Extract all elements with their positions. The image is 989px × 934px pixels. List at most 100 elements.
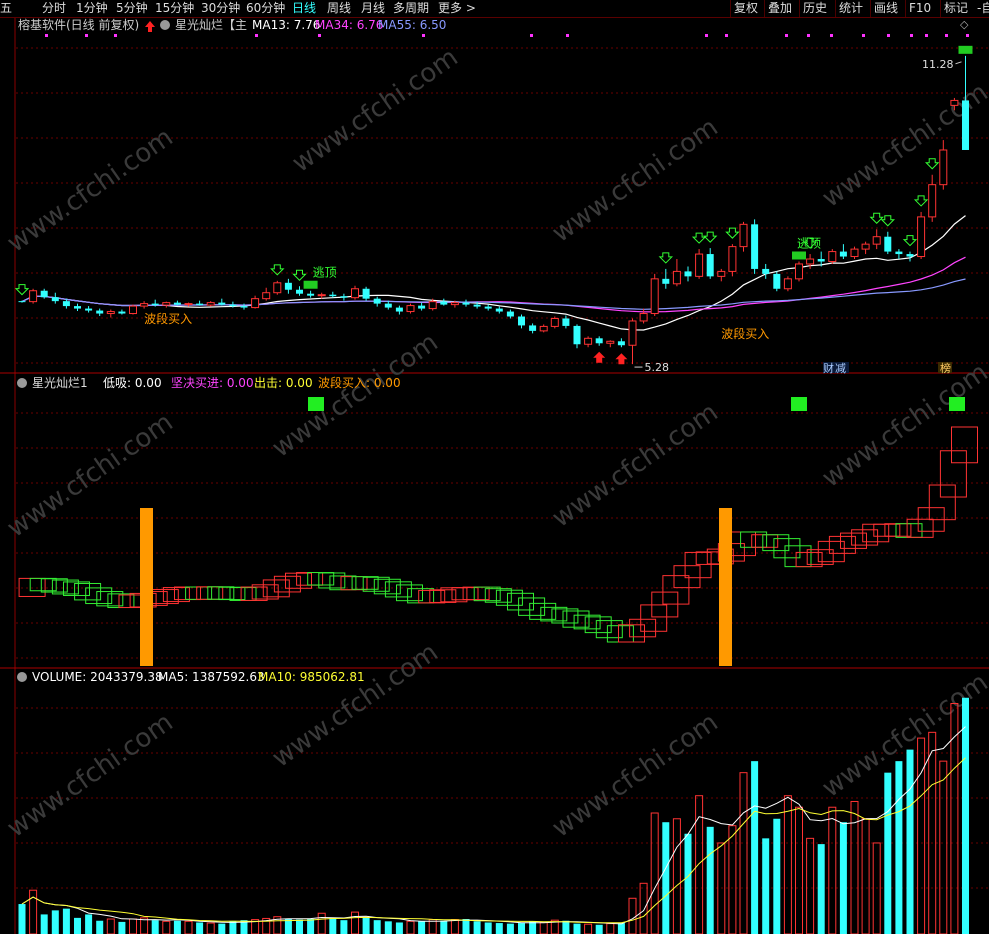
volume-bar bbox=[296, 919, 303, 934]
candle-body bbox=[262, 292, 271, 300]
candle-body bbox=[817, 259, 825, 262]
volume-bar bbox=[106, 918, 115, 934]
volume-bar bbox=[329, 917, 337, 934]
signal-dot bbox=[705, 34, 708, 37]
volume-bar bbox=[450, 919, 459, 934]
volume-item-2: MA10: 985062.81 bbox=[258, 670, 365, 684]
candle-body bbox=[617, 341, 625, 346]
down-arrow-icon bbox=[913, 195, 929, 207]
rank-badge: 榜 bbox=[940, 361, 951, 375]
volume-bar bbox=[340, 920, 348, 934]
toolbar-period-2[interactable]: 5分钟 bbox=[116, 1, 148, 16]
cut-badge: 减 bbox=[835, 362, 846, 375]
volume-bar bbox=[206, 922, 215, 934]
toolbar-period-3[interactable]: 15分钟 bbox=[155, 1, 194, 16]
toolbar-period-10[interactable]: 更多 > bbox=[438, 1, 476, 16]
toolbar-period-6[interactable]: 日线 bbox=[292, 1, 316, 16]
toolbar-period-0[interactable]: 分时 bbox=[42, 1, 66, 16]
indicator-item-3: 波段买入: 0.00 bbox=[318, 375, 401, 390]
volume-bar bbox=[495, 923, 503, 934]
candle-body bbox=[395, 307, 403, 312]
ma-legend-0: MA13: 7.76 bbox=[252, 18, 320, 32]
volume-bar bbox=[839, 822, 847, 934]
volume-bar bbox=[650, 812, 659, 934]
candle-body bbox=[828, 251, 837, 262]
watermark-text: www.cfchi.com bbox=[2, 707, 179, 843]
candle-body bbox=[861, 243, 870, 250]
toolbar-btn-6[interactable]: 标记 bbox=[944, 1, 968, 16]
candle-body bbox=[240, 306, 248, 308]
down-arrow-icon bbox=[658, 252, 674, 264]
candle-body bbox=[717, 270, 726, 277]
signal-dot bbox=[785, 34, 788, 37]
toolbar-period-1[interactable]: 1分钟 bbox=[76, 1, 108, 16]
down-arrow-icon bbox=[691, 232, 707, 244]
candle-body bbox=[518, 316, 525, 326]
candle-body bbox=[639, 313, 648, 322]
ladder-box bbox=[939, 450, 967, 498]
toolbar-edge-left: 五 bbox=[0, 1, 13, 15]
ladder-box bbox=[951, 426, 978, 464]
volume-bar bbox=[518, 923, 525, 934]
candle-body bbox=[539, 325, 548, 332]
toolbar-period-8[interactable]: 月线 bbox=[361, 1, 385, 16]
volume-bar bbox=[406, 920, 415, 934]
candle-body bbox=[650, 278, 659, 315]
top-signal-3-box bbox=[958, 45, 973, 54]
toolbar-btn-4[interactable]: 画线 bbox=[874, 1, 898, 16]
toolbar-separator bbox=[940, 0, 941, 17]
volume-bar bbox=[573, 923, 581, 934]
volume-bar bbox=[373, 920, 381, 934]
candle-body bbox=[895, 251, 903, 255]
candle-body bbox=[706, 254, 714, 277]
signal-dot bbox=[566, 34, 569, 37]
candle-body bbox=[296, 289, 303, 294]
volume-bar bbox=[595, 924, 603, 934]
candle-body bbox=[573, 325, 581, 345]
volume-bar bbox=[96, 920, 104, 934]
candle-body bbox=[628, 320, 637, 346]
candle-body bbox=[206, 302, 215, 306]
candle-body bbox=[806, 258, 815, 265]
candle-body bbox=[184, 303, 193, 306]
top-marker-1 bbox=[308, 397, 324, 411]
volume-bar bbox=[639, 882, 648, 934]
volume-bar bbox=[672, 818, 681, 934]
toolbar-btn-1[interactable]: 叠加 bbox=[768, 1, 792, 16]
toolbar-btn-3[interactable]: 统计 bbox=[839, 1, 863, 16]
volume-bar bbox=[74, 917, 81, 934]
volume-bar bbox=[762, 838, 770, 934]
candle-body bbox=[340, 296, 348, 298]
toolbar-period-9[interactable]: 多周期 bbox=[393, 1, 429, 16]
volume-item-1: MA5: 1387592.63 bbox=[158, 670, 265, 684]
candle-body bbox=[839, 251, 847, 257]
volume-bar bbox=[795, 806, 803, 934]
toolbar-period-7[interactable]: 周线 bbox=[327, 1, 351, 16]
volume-bar bbox=[384, 921, 392, 934]
down-arrow-icon bbox=[880, 215, 896, 227]
toolbar-btn-0[interactable]: 复权 bbox=[734, 1, 758, 16]
volume-dropdown-icon bbox=[17, 672, 27, 682]
candle-body bbox=[695, 253, 704, 277]
volume-bar bbox=[162, 920, 171, 934]
candle-body bbox=[462, 302, 470, 305]
period-toolbar: 五 分时 1分钟 5分钟 15分钟 30分钟 60分钟 日线 周线 月线 多周期 更多 > 复权 叠加 历史… bbox=[0, 0, 989, 18]
ladder-box bbox=[928, 484, 956, 521]
volume-bar bbox=[317, 912, 326, 934]
toolbar-period-4[interactable]: 30分钟 bbox=[201, 1, 240, 16]
toolbar-btn-5[interactable]: F10 bbox=[909, 1, 931, 16]
candle-body bbox=[74, 306, 81, 309]
ladder-box bbox=[662, 575, 690, 605]
candle-body bbox=[440, 301, 448, 305]
candle-body bbox=[173, 302, 181, 305]
volume-bar bbox=[18, 904, 26, 934]
toolbar-period-5[interactable]: 60分钟 bbox=[246, 1, 285, 16]
candle-body bbox=[51, 297, 59, 302]
signal-dot bbox=[114, 34, 117, 37]
candle-body bbox=[62, 301, 70, 307]
toolbar-btn-2[interactable]: 历史 bbox=[803, 1, 827, 16]
indicator-item-2: 出击: 0.00 bbox=[254, 376, 313, 390]
watermark-text: www.cfchi.com bbox=[287, 42, 464, 178]
candle-body bbox=[106, 311, 115, 315]
volume-bar bbox=[950, 703, 959, 934]
